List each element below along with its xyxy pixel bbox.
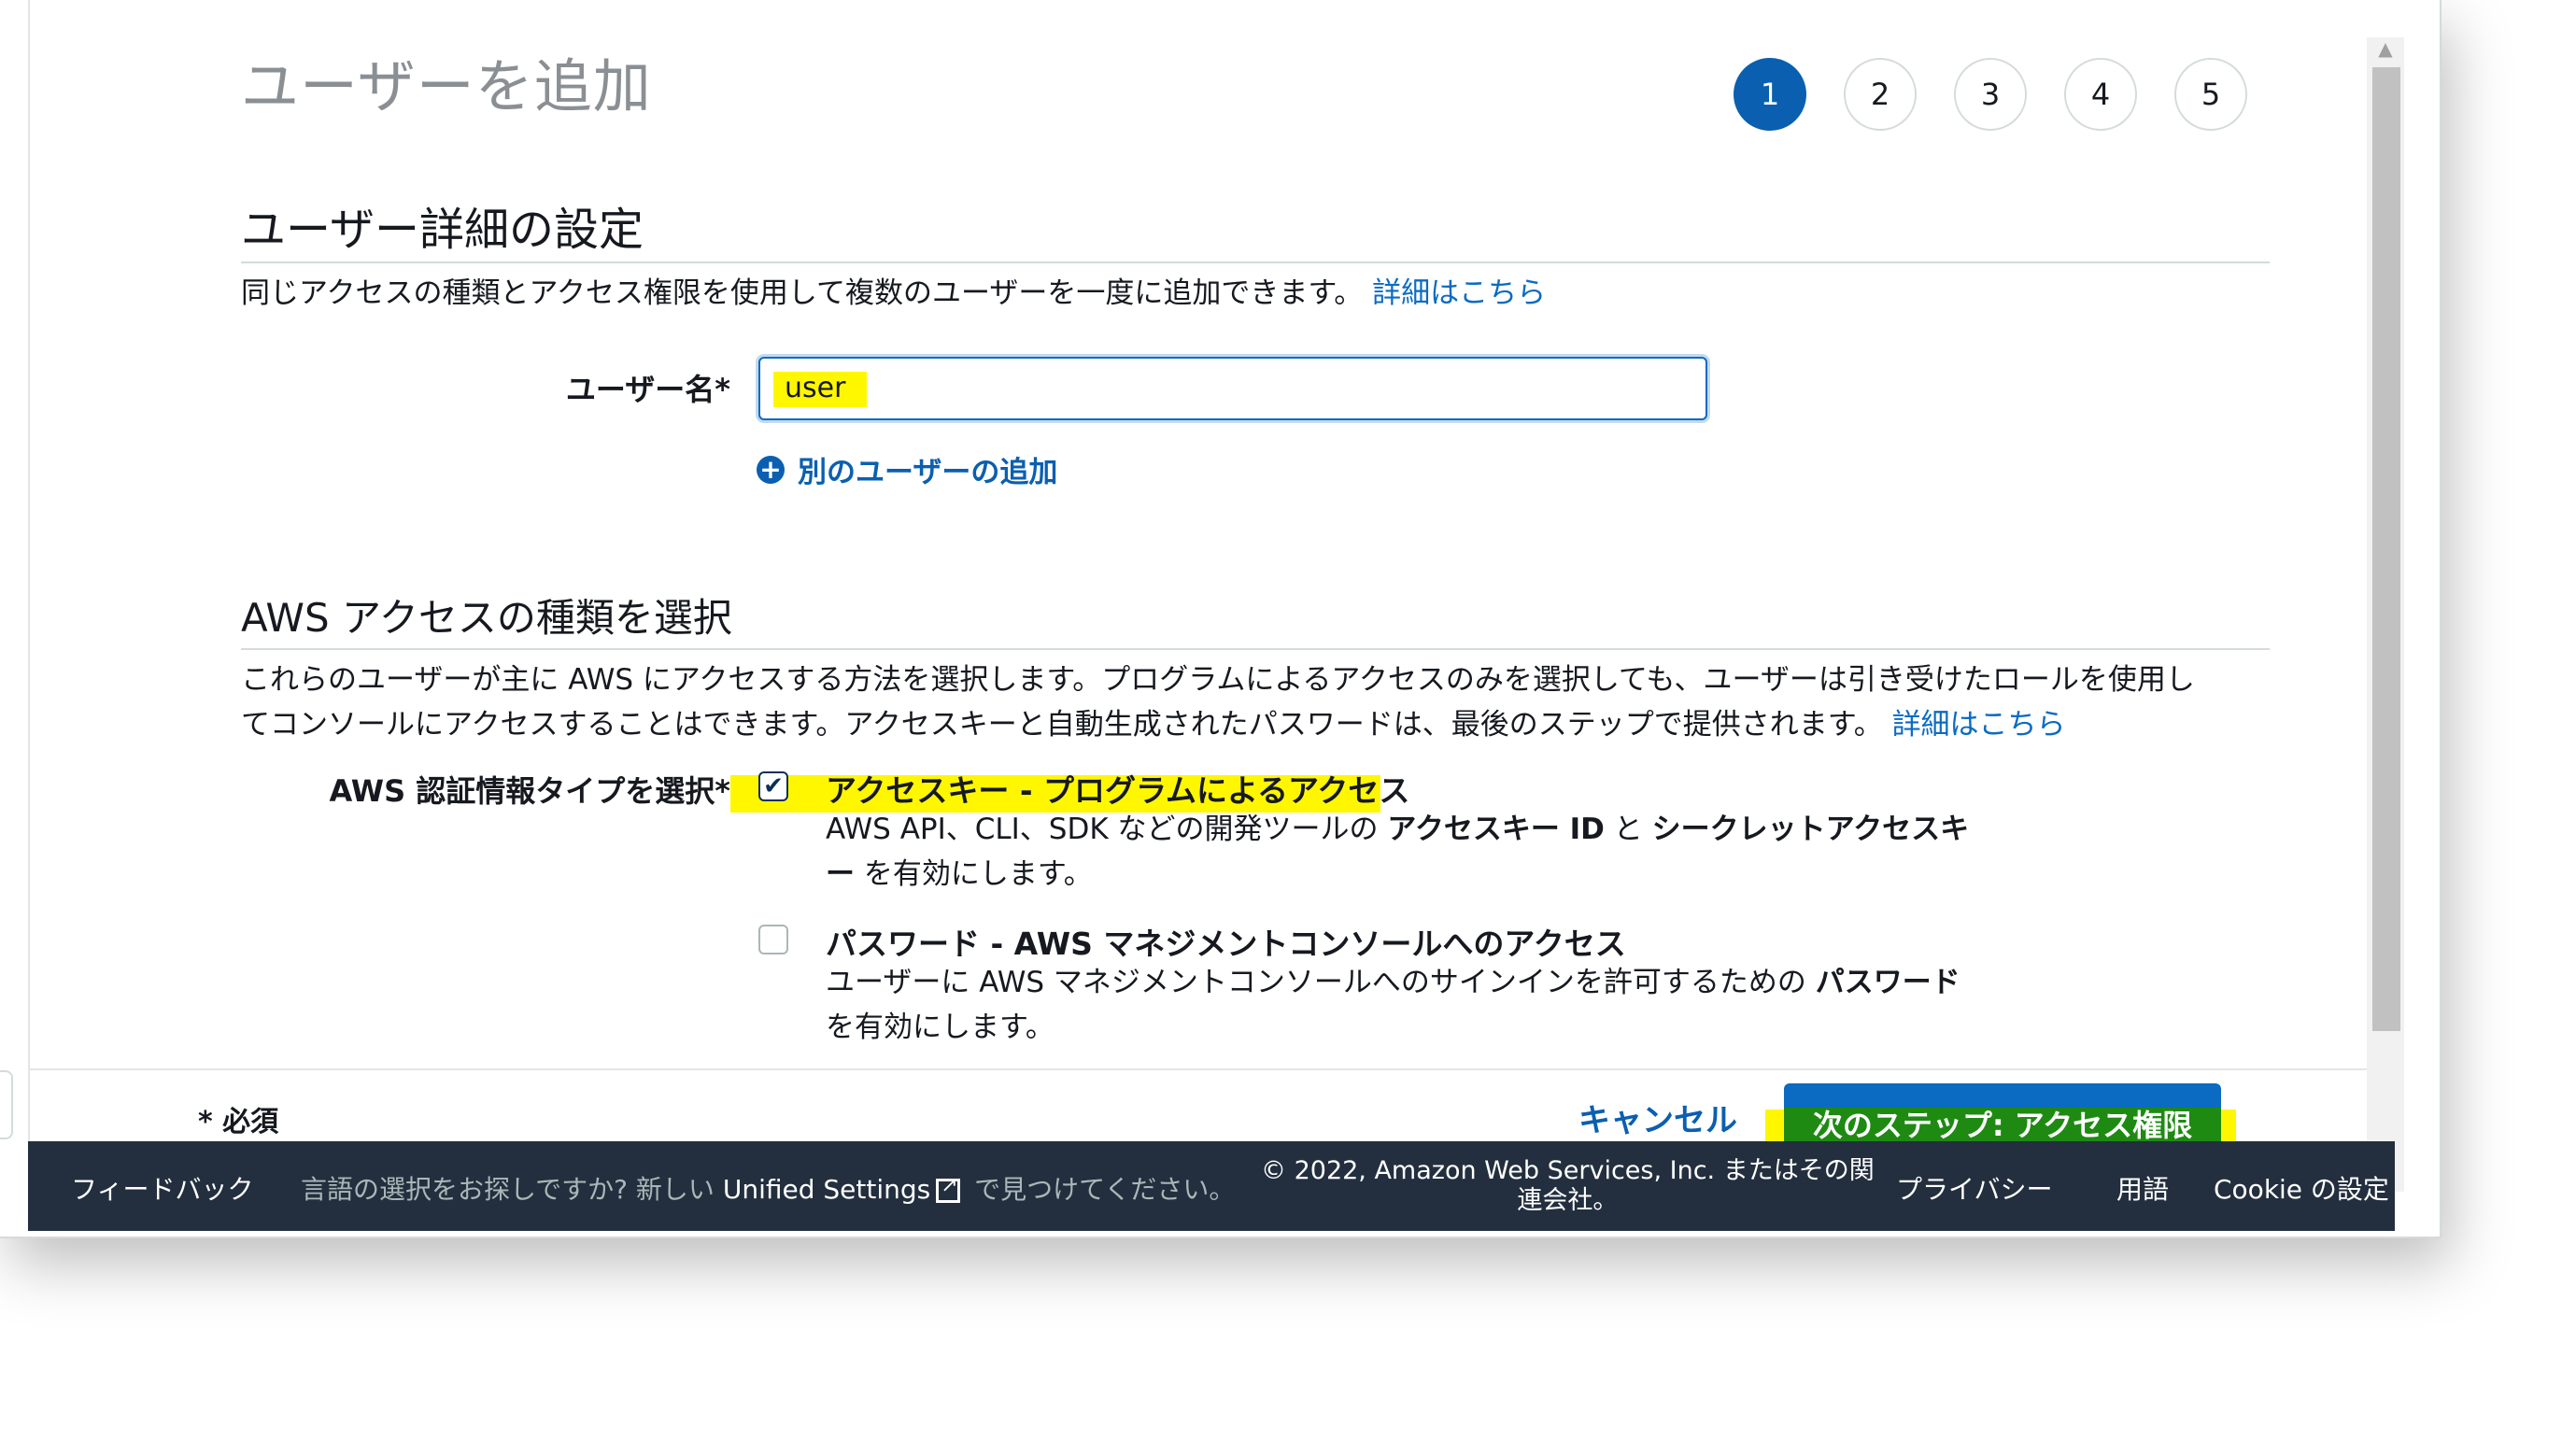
access-type-description: これらのユーザーが主に AWS にアクセスする方法を選択します。プログラムによる… xyxy=(241,657,2195,747)
copyright-line1: © 2022, Amazon Web Services, Inc. またはその関 xyxy=(1261,1156,1875,1185)
next-step-button[interactable]: 次のステップ: アクセス権限 xyxy=(1784,1083,2221,1151)
action-bar-divider xyxy=(28,1068,2367,1070)
access-type-heading: AWS アクセスの種類を選択 xyxy=(241,595,732,641)
desc-bold: シークレットアクセスキ xyxy=(1651,813,1970,846)
console-footer: フィードバック 言語の選択をお探しですか? 新しい Unified Settin… xyxy=(28,1141,2395,1231)
desc-bold: アクセスキー ID xyxy=(1387,813,1605,846)
language-notice: 言語の選択をお探しですか? 新しい Unified Settings で見つけて… xyxy=(301,1169,1235,1207)
access-key-option-description: AWS API、CLI、SDK などの開発ツールの アクセスキー ID と シー… xyxy=(826,807,1984,897)
access-key-option-title: アクセスキー - プログラムによるアクセス xyxy=(826,772,1410,809)
browser-window: ▲ ▼ ユーザーを追加 1 2 3 4 5 ユーザー詳細の設定 同じアクセスの種… xyxy=(0,0,2442,1238)
password-option-description: ユーザーに AWS マネジメントコンソールへのサインインを許可するための パスワ… xyxy=(826,960,2003,1050)
username-label: ユーザー名* xyxy=(565,372,730,407)
divider xyxy=(241,648,2270,650)
step-5[interactable]: 5 xyxy=(2174,58,2247,131)
user-details-heading: ユーザー詳細の設定 xyxy=(241,204,644,256)
privacy-link[interactable]: プライバシー xyxy=(1896,1169,2052,1207)
step-1[interactable]: 1 xyxy=(1734,58,1806,131)
unified-settings-link[interactable]: Unified Settings xyxy=(723,1174,930,1205)
required-note: * 必須 xyxy=(198,1106,279,1138)
step-3[interactable]: 3 xyxy=(1954,58,2027,131)
step-2[interactable]: 2 xyxy=(1844,58,1917,131)
username-value-text: user xyxy=(785,372,846,404)
access-desc-line1: これらのユーザーが主に AWS にアクセスする方法を選択します。プログラムによる… xyxy=(241,663,2195,697)
feedback-link[interactable]: フィードバック xyxy=(71,1169,253,1207)
language-notice-text: 言語の選択をお探しですか? 新しい xyxy=(301,1174,715,1205)
desc-text: を有効にします。 xyxy=(826,1011,1054,1044)
next-step-label: 次のステップ: アクセス権限 xyxy=(1812,1108,2193,1143)
cookie-settings-link[interactable]: Cookie の設定 xyxy=(2214,1169,2389,1207)
page-title: ユーザーを追加 xyxy=(241,52,652,120)
left-panel-edge xyxy=(0,0,30,1154)
terms-link[interactable]: 用語 xyxy=(2116,1169,2169,1207)
scrollbar-thumb[interactable] xyxy=(2372,67,2400,1031)
copyright: © 2022, Amazon Web Services, Inc. またはその関… xyxy=(1261,1156,1875,1216)
external-link-icon xyxy=(936,1174,961,1203)
cancel-button[interactable]: キャンセル xyxy=(1578,1095,1737,1140)
access-desc-line2-text: てコンソールにアクセスすることはできます。アクセスキーと自動生成されたパスワード… xyxy=(241,708,1883,742)
divider xyxy=(241,262,2270,263)
desc-text: ユーザーに AWS マネジメントコンソールへのサインインを許可するための xyxy=(826,966,1816,999)
desc-text: を有効にします。 xyxy=(855,857,1093,891)
side-panel-handle[interactable] xyxy=(0,1070,13,1139)
desc-text: と xyxy=(1604,813,1652,846)
step-4[interactable]: 4 xyxy=(2064,58,2137,131)
credential-type-label: AWS 認証情報タイプを選択* xyxy=(329,773,730,809)
scroll-up-arrow-icon[interactable]: ▲ xyxy=(2374,39,2397,58)
language-notice-suffix: で見つけてください。 xyxy=(974,1174,1236,1205)
plus-circle-icon: + xyxy=(757,455,785,484)
learn-more-link[interactable]: 詳細はこちら xyxy=(1892,708,2066,742)
desc-bold: ー xyxy=(826,857,855,891)
password-checkbox[interactable] xyxy=(758,925,788,954)
desc-bold: パスワード xyxy=(1815,966,1960,999)
copyright-line2: 連会社。 xyxy=(1517,1186,1619,1215)
username-input[interactable] xyxy=(758,357,1707,420)
user-details-description: 同じアクセスの種類とアクセス権限を使用して複数のユーザーを一度に追加できます。 … xyxy=(241,271,1546,316)
access-key-checkbox[interactable]: ✔ xyxy=(758,771,788,801)
user-details-text: 同じアクセスの種類とアクセス権限を使用して複数のユーザーを一度に追加できます。 xyxy=(241,276,1364,310)
add-another-user-button[interactable]: + 別のユーザーの追加 xyxy=(757,448,1057,490)
desc-text: AWS API、CLI、SDK などの開発ツールの xyxy=(826,813,1388,846)
learn-more-link[interactable]: 詳細はこちら xyxy=(1372,276,1546,310)
access-desc-line2: てコンソールにアクセスすることはできます。アクセスキーと自動生成されたパスワード… xyxy=(241,702,2195,747)
step-indicator: 1 2 3 4 5 xyxy=(1734,58,2247,131)
password-option-title: パスワード - AWS マネジメントコンソールへのアクセス xyxy=(826,926,1626,962)
add-user-label: 別のユーザーの追加 xyxy=(798,456,1058,489)
